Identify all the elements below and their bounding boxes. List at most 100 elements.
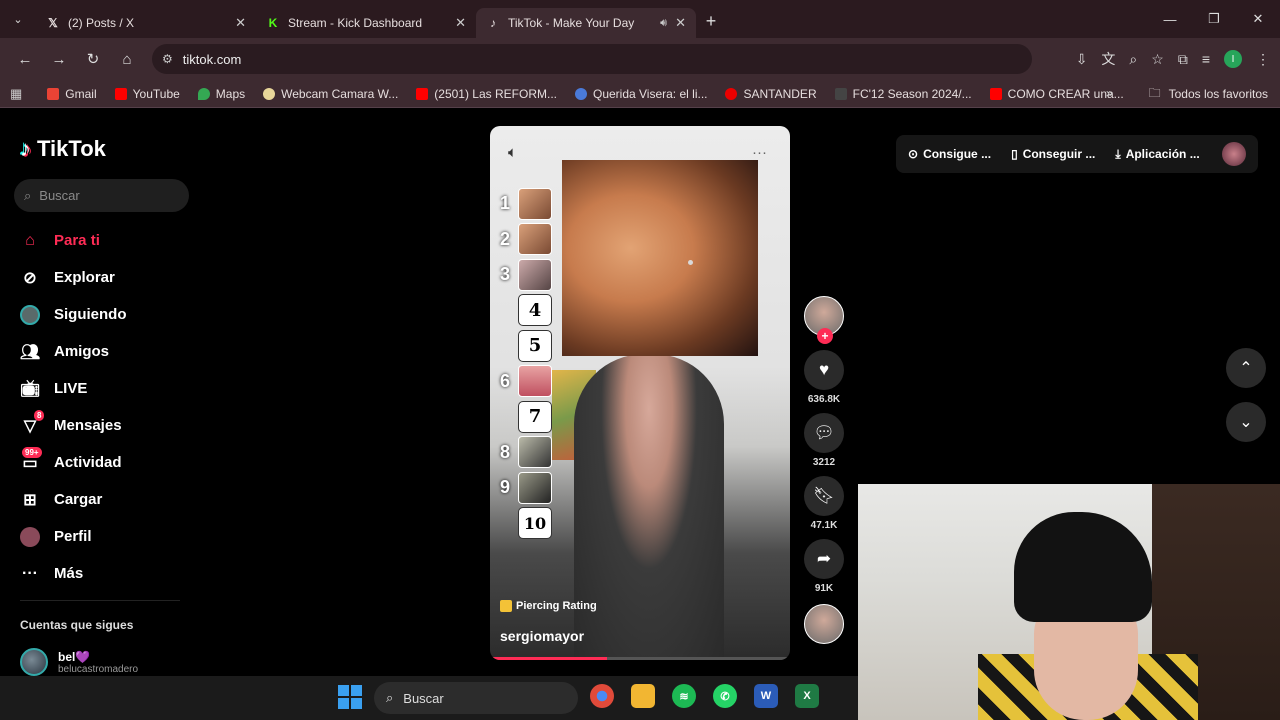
video-person — [574, 354, 724, 660]
taskbar-search[interactable]: ⌕ Buscar — [374, 682, 578, 714]
forward-icon[interactable]: → — [42, 51, 76, 68]
spotify-icon[interactable]: ≋ — [672, 684, 696, 708]
all-bookmarks-folder[interactable]: 🗀 Todos los favoritos — [1149, 80, 1268, 108]
word-icon[interactable]: W — [754, 684, 778, 708]
menu-dots-icon[interactable]: ⋮ — [1256, 51, 1270, 68]
sidebar-item-mensajes[interactable]: ▽ 8 Mensajes — [20, 407, 200, 444]
live-icon: 📺︎ — [19, 380, 41, 398]
sidebar-item-siguiendo[interactable]: Siguiendo — [20, 296, 200, 333]
close-tab-icon[interactable]: ✕ — [675, 15, 686, 31]
close-window-icon[interactable]: ✕ — [1236, 0, 1280, 38]
zoom-icon[interactable]: ⌕ — [1129, 51, 1137, 68]
excel-icon[interactable]: X — [795, 684, 819, 708]
tab-kick[interactable]: K Stream - Kick Dashboard ✕ — [256, 8, 476, 38]
bookmark-webcam[interactable]: Webcam Camara W... — [254, 87, 407, 101]
file-explorer-icon[interactable] — [631, 684, 655, 708]
sidebar-item-actividad[interactable]: ▭ 99+ Actividad — [20, 444, 200, 481]
sidebar-item-live[interactable]: 📺︎ LIVE — [20, 370, 200, 407]
save-action: 🔖︎ 47.1K — [802, 476, 846, 531]
windows-start-icon[interactable] — [338, 685, 362, 709]
like-count: 636.8K — [807, 394, 841, 405]
sidebar-item-mas[interactable]: ··· Más — [20, 555, 200, 592]
previous-video-button[interactable]: ⌃ — [1226, 348, 1266, 388]
install-app-icon[interactable]: ⇩ — [1076, 51, 1088, 68]
whatsapp-icon[interactable]: ✆ — [713, 684, 737, 708]
search-input[interactable] — [39, 188, 170, 203]
rank-thumbnail — [518, 471, 552, 504]
video-player[interactable]: 🔈︎ ··· 1 2 3 4 5 6 7 8 9 10 Piercing Rat… — [490, 126, 790, 660]
divider — [20, 600, 180, 601]
speaker-icon[interactable]: 🔊︎ — [660, 17, 667, 30]
tiktok-logo-icon: ♪ — [490, 16, 496, 30]
reload-icon[interactable]: ↻ — [76, 50, 110, 68]
next-video-button[interactable]: ⌄ — [1226, 402, 1266, 442]
profile-avatar[interactable]: I — [1224, 50, 1242, 68]
restore-icon[interactable]: ❐ — [1192, 0, 1236, 38]
volume-icon[interactable]: 🔈︎ — [508, 144, 517, 161]
bookmarks-bar: ▦ Gmail YouTube Maps Webcam Camara W... … — [0, 80, 1280, 108]
close-tab-icon[interactable]: ✕ — [455, 15, 466, 31]
minimize-icon[interactable]: — — [1148, 0, 1192, 38]
site-info-icon[interactable]: ⚙ — [162, 52, 173, 66]
phone-icon: ▯ — [1011, 147, 1018, 161]
effect-tag[interactable]: Piercing Rating — [500, 600, 597, 612]
apps-grid-icon[interactable]: ▦ — [10, 86, 38, 102]
rank-thumbnail — [518, 187, 552, 220]
tab-x[interactable]: 𝕏 (2) Posts / X ✕ — [36, 8, 256, 38]
new-tab-button[interactable]: + — [696, 11, 726, 32]
video-progress-bar[interactable] — [490, 657, 790, 660]
sidebar-item-para-ti[interactable]: ⌂ Para ti — [20, 222, 200, 259]
media-control-icon[interactable]: ≡ — [1202, 51, 1210, 67]
bookmark-youtube[interactable]: YouTube — [106, 87, 189, 101]
close-tab-icon[interactable]: ✕ — [235, 15, 246, 31]
bookmark-icon[interactable]: 🔖︎ — [804, 476, 844, 516]
extensions-icon[interactable]: ⧉ — [1178, 51, 1188, 68]
bookmark-star-icon[interactable]: ☆ — [1151, 51, 1164, 68]
kick-logo-icon: K — [268, 16, 278, 30]
more-bookmarks-icon[interactable]: » — [1106, 86, 1113, 100]
bookmark-fc12[interactable]: FC'12 Season 2024/... — [826, 87, 981, 101]
sidebar-item-perfil[interactable]: Perfil — [20, 518, 200, 555]
translate-icon[interactable]: 文 — [1101, 49, 1115, 69]
home-icon[interactable]: ⌂ — [110, 51, 144, 68]
youtube-icon — [989, 87, 1002, 100]
chrome-icon[interactable] — [590, 684, 614, 708]
bookmark-reformas[interactable]: (2501) Las REFORM... — [407, 87, 566, 101]
video-author[interactable]: sergiomayor — [500, 628, 584, 644]
more-options-icon[interactable]: ··· — [752, 144, 767, 161]
bookmark-santander[interactable]: SANTANDER — [716, 87, 825, 101]
download-app-button[interactable]: ⤓ Aplicación ... — [1115, 147, 1199, 162]
share-icon[interactable]: ➦ — [804, 539, 844, 579]
sidebar-item-amigos[interactable]: 👥︎ Amigos — [20, 333, 200, 370]
sidebar-item-explorar[interactable]: ⊘ Explorar — [20, 259, 200, 296]
share-count: 91K — [814, 583, 834, 594]
video-actions: + ♥ 636.8K 💬︎ 3212 🔖︎ 47.1K ➦ 91K — [802, 296, 846, 644]
creator-avatar[interactable]: + — [804, 296, 844, 344]
top-right-bar: ⊙ Consigue ... ▯ Conseguir ... ⤓ Aplicación… — [896, 135, 1258, 173]
bookmark-visera[interactable]: Querida Visera: el li... — [566, 87, 717, 101]
bookmark-maps[interactable]: Maps — [189, 87, 254, 101]
following-account[interactable]: bel💜 belucastromadero — [20, 648, 138, 676]
tab-search-icon[interactable]: ⌄ — [0, 0, 36, 38]
user-avatar[interactable] — [1221, 142, 1246, 166]
bookmark-gmail[interactable]: Gmail — [38, 87, 105, 101]
ranking-list: 1 2 3 4 5 6 7 8 9 10 — [498, 186, 558, 541]
rank-row: 9 — [498, 470, 558, 506]
comment-icon[interactable]: 💬︎ — [804, 413, 844, 453]
tab-title: (2) Posts / X — [68, 16, 135, 30]
tiktok-logo[interactable]: ♪ TikTok — [20, 136, 106, 162]
rank-thumbnail — [518, 365, 552, 398]
sound-avatar[interactable] — [804, 604, 844, 644]
heart-icon[interactable]: ♥ — [804, 350, 844, 390]
maps-pin-icon — [197, 87, 210, 100]
account-handle: belucastromadero — [58, 663, 139, 675]
get-coins-button[interactable]: ⊙ Consigue ... — [908, 147, 991, 161]
window-controls: — ❐ ✕ — [1148, 0, 1280, 38]
follow-plus-icon[interactable]: + — [817, 328, 833, 344]
tab-tiktok[interactable]: ♪ TikTok - Make Your Day 🔊︎ ✕ — [476, 8, 696, 38]
address-bar[interactable]: ⚙ tiktok.com — [152, 44, 1032, 74]
sidebar-item-cargar[interactable]: ⊞ Cargar — [20, 481, 200, 518]
search-icon[interactable]: ⌕ — [24, 188, 31, 204]
get-app-button[interactable]: ▯ Conseguir ... — [1011, 147, 1095, 161]
back-icon[interactable]: ← — [8, 51, 42, 68]
